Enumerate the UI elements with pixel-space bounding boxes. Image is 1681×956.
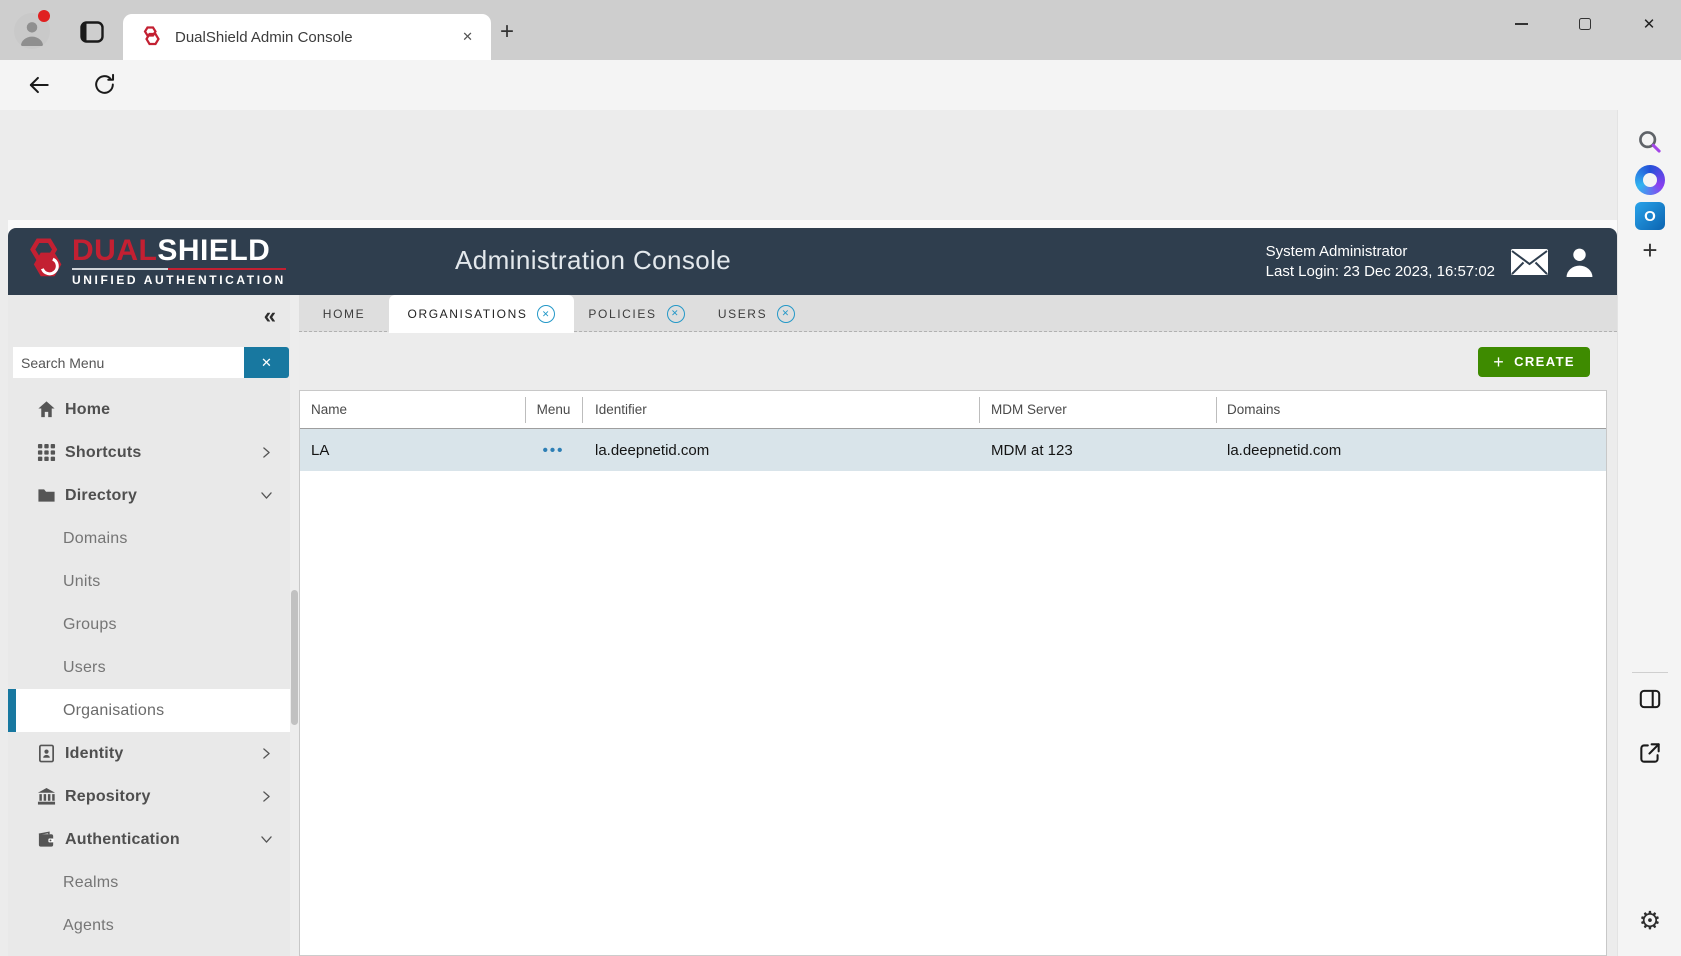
home-icon <box>37 400 56 419</box>
logo-shield: SHIELD <box>157 234 270 267</box>
cell-mdm-server: MDM at 123 <box>979 442 1216 459</box>
dualshield-favicon <box>139 25 163 49</box>
plus-icon: + <box>1493 354 1505 370</box>
sidebar-item-organisations[interactable]: Organisations <box>8 689 290 732</box>
open-external-icon[interactable] <box>1618 740 1681 766</box>
cell-domains: la.deepnetid.com <box>1216 442 1606 459</box>
column-header-domains: Domains <box>1216 391 1606 429</box>
sidebar-scrollbar[interactable] <box>290 295 299 956</box>
sidebar-search: ✕ <box>13 347 289 378</box>
settings-gear-icon[interactable]: ⚙ <box>1618 908 1681 934</box>
sidebar-item-directory[interactable]: Directory <box>8 474 290 517</box>
sidebar-item-authentication[interactable]: Authentication <box>8 818 290 861</box>
sidebar-item-domains[interactable]: Domains <box>8 517 290 560</box>
search-input[interactable] <box>13 347 244 378</box>
bank-icon <box>37 787 56 806</box>
maximize-icon[interactable] <box>1553 2 1617 46</box>
sidebar: « ✕ Home Shortcuts <box>8 295 290 956</box>
tab-close-icon[interactable]: ✕ <box>456 27 479 47</box>
sidebar-item-users[interactable]: Users <box>8 646 290 689</box>
browser-tab-bar: DualShield Admin Console ✕ + ✕ <box>0 0 1681 60</box>
back-icon[interactable] <box>26 72 52 98</box>
sidebar-item-shortcuts[interactable]: Shortcuts <box>8 431 290 474</box>
close-tab-icon[interactable]: ✕ <box>537 305 555 323</box>
shield-logo-icon <box>24 237 66 283</box>
scrollbar-thumb[interactable] <box>291 590 298 725</box>
app-header: DUALSHIELD UNIFIED AUTHENTICATION Admini… <box>8 228 1617 295</box>
page-title: Administration Console <box>455 245 731 276</box>
sidebar-item-groups[interactable]: Groups <box>8 603 290 646</box>
close-tab-icon[interactable]: ✕ <box>667 305 685 323</box>
window-controls: ✕ <box>1489 0 1681 48</box>
workspace-tab-strip: HOME ORGANISATIONS ✕ POLICIES ✕ USERS ✕ <box>299 295 1617 332</box>
user-block: System Administrator Last Login: 23 Dec … <box>1266 228 1595 295</box>
close-icon: ✕ <box>261 355 272 371</box>
notification-dot <box>38 10 50 22</box>
id-card-icon <box>37 744 56 763</box>
user-name: System Administrator <box>1266 242 1495 262</box>
sidebar-panel-icon[interactable] <box>1618 686 1681 712</box>
dualshield-logo: DUALSHIELD UNIFIED AUTHENTICATION <box>24 235 286 287</box>
edge-sidebar: O + ⚙ <box>1617 110 1681 956</box>
app-body: « ✕ Home Shortcuts <box>8 295 1617 956</box>
add-sidebar-icon[interactable]: + <box>1618 238 1681 262</box>
tab-home[interactable]: HOME <box>299 295 389 332</box>
m365-icon[interactable] <box>1618 165 1681 195</box>
content-area: HOME ORGANISATIONS ✕ POLICIES ✕ USERS ✕ <box>299 295 1617 956</box>
tab-actions-icon[interactable] <box>80 21 104 43</box>
cell-identifier: la.deepnetid.com <box>582 442 979 459</box>
table-row[interactable]: LA ••• la.deepnetid.com MDM at 123 la.de… <box>300 429 1606 471</box>
dualshield-page: DUALSHIELD UNIFIED AUTHENTICATION Admini… <box>8 220 1617 956</box>
table-header: Name Menu Identifier MDM Server Domains <box>300 391 1606 429</box>
window-close-icon[interactable]: ✕ <box>1617 2 1681 46</box>
person-icon <box>18 18 46 46</box>
logo-dual: DUAL <box>72 234 157 267</box>
sidebar-item-repository[interactable]: Repository <box>8 775 290 818</box>
sidebar-item-realms[interactable]: Realms <box>8 861 290 904</box>
tab-policies[interactable]: POLICIES ✕ <box>574 295 699 332</box>
chevron-right-icon <box>260 747 273 760</box>
organisations-table: Name Menu Identifier MDM Server Domains … <box>299 390 1607 956</box>
close-tab-icon[interactable]: ✕ <box>777 305 795 323</box>
row-menu-icon[interactable]: ••• <box>525 442 582 459</box>
sidebar-item-identity[interactable]: Identity <box>8 732 290 775</box>
cell-name: LA <box>300 442 525 459</box>
chevron-right-icon <box>260 446 273 459</box>
chevron-down-icon <box>260 489 273 502</box>
minimize-icon[interactable] <box>1489 2 1553 46</box>
sidebar-item-units[interactable]: Units <box>8 560 290 603</box>
logo-tagline: UNIFIED AUTHENTICATION <box>72 268 286 287</box>
column-header-menu: Menu <box>525 391 582 429</box>
column-header-identifier: Identifier <box>582 391 979 429</box>
clear-search-button[interactable]: ✕ <box>244 347 289 378</box>
mail-icon[interactable] <box>1510 248 1549 276</box>
user-icon[interactable] <box>1564 247 1595 277</box>
tab-organisations[interactable]: ORGANISATIONS ✕ <box>389 295 574 333</box>
create-button[interactable]: + CREATE <box>1478 347 1590 377</box>
grid-icon <box>37 443 56 462</box>
last-login: Last Login: 23 Dec 2023, 16:57:02 <box>1266 262 1495 282</box>
sidebar-menu: Home Shortcuts Directory Domains Units <box>8 388 290 956</box>
browser-address-bar: https://mfa.la.deepnetid.com:8073/dac/#/… <box>0 60 1681 110</box>
toolbar: + CREATE <box>299 333 1617 390</box>
bing-search-icon[interactable] <box>1618 128 1681 156</box>
browser-viewport: DUALSHIELD UNIFIED AUTHENTICATION Admini… <box>0 110 1681 956</box>
new-tab-icon[interactable]: + <box>500 22 514 42</box>
tab-title: DualShield Admin Console <box>175 29 456 46</box>
column-header-mdm-server: MDM Server <box>979 391 1216 429</box>
column-header-name: Name <box>300 391 525 429</box>
sidebar-divider <box>1632 672 1668 673</box>
refresh-icon[interactable] <box>92 72 117 97</box>
sidebar-item-logon-procedures[interactable]: Logon Procedures <box>8 947 290 956</box>
browser-tab[interactable]: DualShield Admin Console ✕ <box>123 14 491 60</box>
tab-users[interactable]: USERS ✕ <box>699 295 814 332</box>
chevron-right-icon <box>260 790 273 803</box>
folder-icon <box>37 486 56 505</box>
wallet-icon <box>37 830 56 849</box>
chevron-down-icon <box>260 833 273 846</box>
outlook-icon[interactable]: O <box>1618 202 1681 230</box>
collapse-sidebar-icon[interactable]: « <box>264 303 276 329</box>
sidebar-item-home[interactable]: Home <box>8 388 290 431</box>
sidebar-item-agents[interactable]: Agents <box>8 904 290 947</box>
